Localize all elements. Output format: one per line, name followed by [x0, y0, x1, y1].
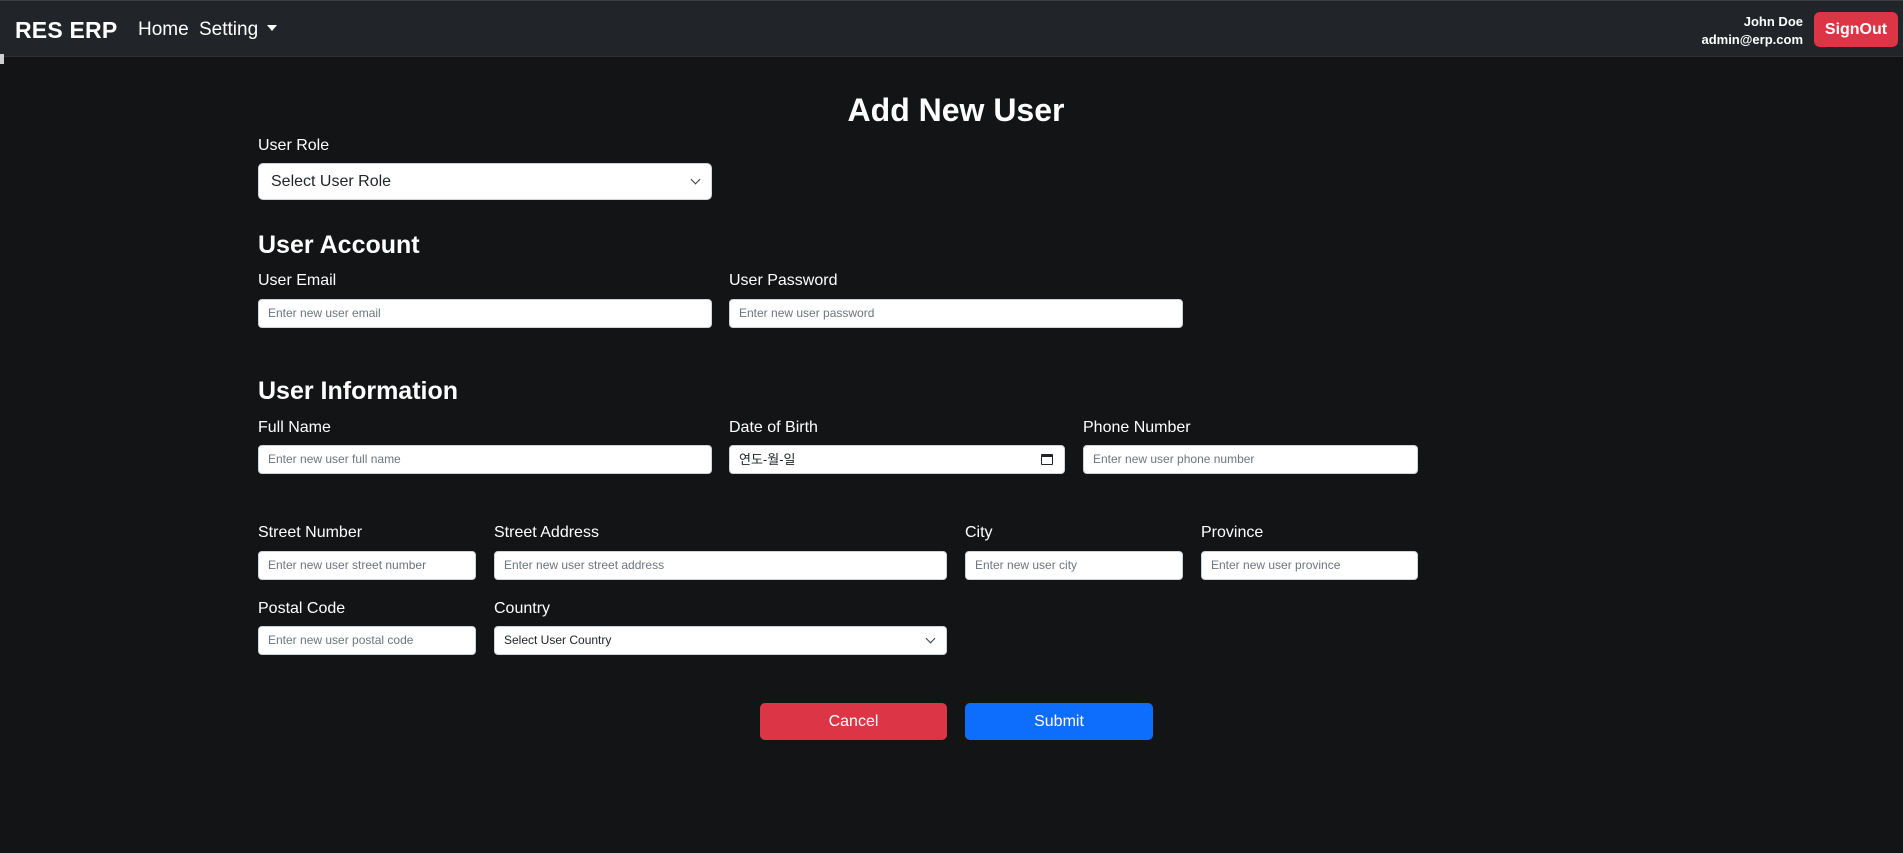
chevron-down-icon — [925, 633, 936, 643]
user-name: John Doe — [1743, 14, 1803, 29]
user-role-select[interactable]: Select User Role — [258, 163, 712, 200]
cancel-button[interactable]: Cancel — [760, 703, 947, 740]
street-number-label: Street Number — [258, 524, 363, 541]
country-label: Country — [494, 600, 551, 617]
province-label: Province — [1201, 524, 1264, 541]
user-email-label: User Email — [258, 272, 337, 289]
brand-logo[interactable]: RES ERP — [15, 17, 117, 44]
street-address-label: Street Address — [494, 524, 599, 541]
user-role-selected-value: Select User Role — [271, 173, 392, 190]
date-of-birth-input[interactable]: 연도-월-일 — [729, 445, 1065, 474]
user-information-heading: User Information — [258, 377, 459, 405]
caret-down-icon — [267, 25, 278, 31]
full-name-input[interactable]: Enter new user full name — [258, 445, 712, 474]
user-email: admin@erp.com — [1701, 32, 1803, 47]
country-select[interactable]: Select User Country — [494, 626, 947, 655]
user-email-input[interactable]: Enter new user email — [258, 299, 712, 328]
street-number-input[interactable]: Enter new user street number — [258, 551, 476, 580]
user-password-label: User Password — [729, 272, 838, 289]
nav-setting-label: Setting — [199, 19, 259, 40]
country-selected-value: Select User Country — [504, 633, 612, 647]
full-name-label: Full Name — [258, 419, 331, 436]
postal-code-label: Postal Code — [258, 600, 346, 617]
phone-number-label: Phone Number — [1083, 419, 1191, 436]
nav-home-link[interactable]: Home — [138, 19, 189, 41]
top-navbar: RES ERP Home Setting John Doe admin@erp.… — [0, 0, 1903, 57]
user-account-heading: User Account — [258, 231, 420, 259]
user-info: John Doe admin@erp.com — [1701, 13, 1803, 49]
date-of-birth-value: 연도-월-일 — [739, 452, 796, 467]
nav-setting-dropdown[interactable]: Setting — [199, 19, 278, 41]
page-title: Add New User — [847, 92, 1065, 128]
user-role-label: User Role — [258, 137, 330, 154]
calendar-icon[interactable] — [1041, 454, 1053, 465]
date-of-birth-label: Date of Birth — [729, 419, 818, 436]
chevron-down-icon — [690, 174, 701, 184]
postal-code-input[interactable]: Enter new user postal code — [258, 626, 476, 655]
province-input[interactable]: Enter new user province — [1201, 551, 1418, 580]
phone-number-input[interactable]: Enter new user phone number — [1083, 445, 1418, 474]
signout-button[interactable]: SignOut — [1814, 12, 1898, 47]
window-edge-marker — [0, 54, 4, 64]
user-password-input[interactable]: Enter new user password — [729, 299, 1183, 328]
submit-button[interactable]: Submit — [965, 703, 1153, 740]
street-address-input[interactable]: Enter new user street address — [494, 551, 947, 580]
city-label: City — [965, 524, 993, 541]
city-input[interactable]: Enter new user city — [965, 551, 1183, 580]
